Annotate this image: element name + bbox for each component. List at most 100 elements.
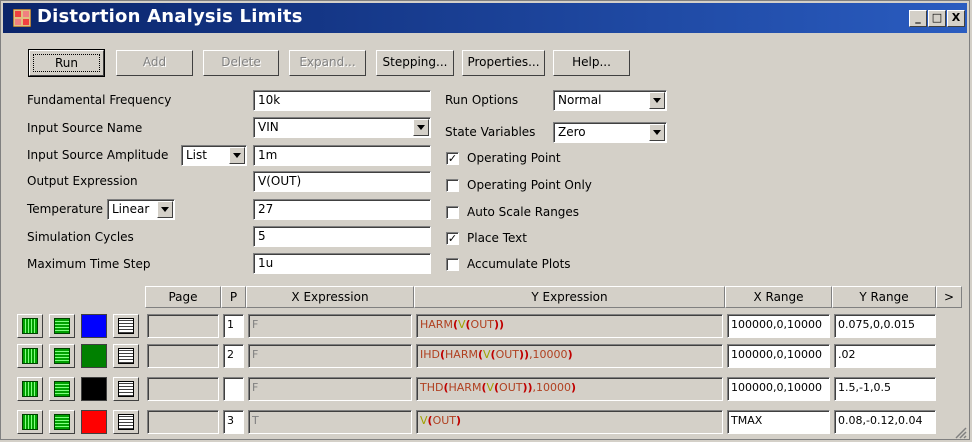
operating-point-label: Operating Point	[467, 151, 561, 165]
add-button[interactable]: Add	[116, 50, 193, 76]
y-range-cell[interactable]: 0.075,0,0.015	[834, 314, 936, 338]
chevron-down-icon[interactable]	[649, 92, 665, 109]
app-grid-icon	[13, 9, 31, 27]
x-range-cell[interactable]: 100000,0,10000	[727, 314, 830, 338]
run-options-value: Normal	[558, 93, 602, 107]
plot-number-cell[interactable]: 3	[223, 410, 244, 434]
run-options-select[interactable]: Normal	[553, 90, 667, 111]
run-options-label: Run Options	[445, 93, 519, 107]
delete-button[interactable]: Delete	[203, 50, 279, 76]
chevron-down-icon[interactable]	[157, 201, 173, 218]
state-variables-label: State Variables	[445, 125, 536, 139]
title-bar[interactable]: Distortion Analysis Limits _ □ X	[3, 3, 967, 33]
auto-scale-ranges-label: Auto Scale Ranges	[467, 205, 580, 219]
page-cell[interactable]	[147, 377, 219, 401]
x-expression-cell[interactable]: F	[248, 344, 412, 368]
y-range-cell[interactable]: 0.08,-0.12,0.04	[834, 410, 936, 434]
horizontal-lines-icon[interactable]	[49, 344, 75, 368]
horizontal-lines-icon[interactable]	[49, 410, 75, 434]
expand-button[interactable]: Expand...	[289, 50, 366, 76]
table-icon[interactable]	[113, 344, 139, 368]
state-variables-value: Zero	[558, 125, 586, 139]
temperature-mode-value: Linear	[112, 202, 150, 216]
y-expression-cell[interactable]: THD(HARM(V(OUT)),10000)	[416, 377, 723, 401]
grid-plot-icon[interactable]	[17, 314, 43, 338]
x-expression-cell[interactable]: F	[248, 314, 412, 338]
x-range-cell[interactable]: 100000,0,10000	[727, 377, 830, 401]
minimize-button[interactable]: _	[909, 10, 927, 27]
resize-grip-icon[interactable]	[953, 425, 967, 439]
simulation-cycles-field[interactable]: 5	[253, 226, 431, 247]
y-expression-cell[interactable]: IHD(HARM(V(OUT)),10000)	[416, 344, 723, 368]
state-variables-select[interactable]: Zero	[553, 122, 667, 143]
table-icon[interactable]	[113, 314, 139, 338]
x-range-cell[interactable]: 100000,0,10000	[727, 344, 830, 368]
place-text-label: Place Text	[467, 231, 527, 245]
fundamental-frequency-label: Fundamental Frequency	[27, 93, 172, 107]
input-source-name-label: Input Source Name	[27, 121, 143, 135]
chevron-down-icon[interactable]	[649, 124, 665, 141]
curve-color-swatch[interactable]	[81, 377, 107, 401]
plot-number-cell[interactable]: 2	[223, 344, 244, 368]
column-header-p[interactable]: P	[221, 286, 246, 308]
temperature-label: Temperature	[27, 202, 104, 216]
window-title: Distortion Analysis Limits	[37, 6, 303, 27]
fundamental-frequency-field[interactable]: 10k	[253, 90, 431, 111]
temperature-field[interactable]: 27	[253, 199, 431, 220]
input-source-name-value: VIN	[258, 120, 279, 134]
column-header-page[interactable]: Page	[145, 286, 221, 308]
temperature-mode-select[interactable]: Linear	[107, 199, 175, 220]
y-range-cell[interactable]: 1.5,-1,0.5	[834, 377, 936, 401]
grid-plot-icon[interactable]	[17, 344, 43, 368]
stepping-button[interactable]: Stepping...	[376, 50, 454, 76]
page-cell[interactable]	[147, 314, 219, 338]
properties-button[interactable]: Properties...	[462, 50, 545, 76]
run-button[interactable]: Run	[28, 49, 105, 77]
grid-plot-icon[interactable]	[17, 377, 43, 401]
x-expression-cell[interactable]: F	[248, 377, 412, 401]
run-button-label: Run	[33, 54, 100, 72]
accumulate-plots-checkbox[interactable]	[446, 258, 459, 271]
operating-point-only-checkbox[interactable]	[446, 179, 459, 192]
column-header-y-expression[interactable]: Y Expression	[414, 286, 725, 308]
operating-point-checkbox[interactable]: ✓	[446, 152, 459, 165]
auto-scale-ranges-checkbox[interactable]	[446, 206, 459, 219]
table-icon[interactable]	[113, 377, 139, 401]
plot-number-cell[interactable]	[223, 377, 244, 401]
table-icon[interactable]	[113, 410, 139, 434]
plot-number-cell[interactable]: 1	[223, 314, 244, 338]
simulation-cycles-label: Simulation Cycles	[27, 230, 134, 244]
page-cell[interactable]	[147, 410, 219, 434]
output-expression-field[interactable]: V(OUT)	[253, 171, 431, 192]
curve-color-swatch[interactable]	[81, 410, 107, 434]
x-expression-cell[interactable]: T	[248, 410, 412, 434]
amplitude-mode-value: List	[186, 148, 207, 162]
amplitude-mode-select[interactable]: List	[181, 145, 247, 166]
chevron-down-icon[interactable]	[229, 147, 245, 164]
y-expression-cell[interactable]: V(OUT)	[416, 410, 723, 434]
maximum-time-step-field[interactable]: 1u	[253, 253, 431, 274]
input-source-name-select[interactable]: VIN	[253, 117, 431, 138]
scroll-columns-button[interactable]: >	[936, 286, 962, 308]
horizontal-lines-icon[interactable]	[49, 314, 75, 338]
operating-point-only-label: Operating Point Only	[467, 178, 592, 192]
column-header-y-range[interactable]: Y Range	[832, 286, 936, 308]
chevron-down-icon[interactable]	[413, 119, 429, 136]
place-text-checkbox[interactable]: ✓	[446, 232, 459, 245]
distortion-analysis-window: Distortion Analysis Limits _ □ X Run Add…	[0, 0, 970, 440]
output-expression-label: Output Expression	[27, 174, 138, 188]
y-expression-cell[interactable]: HARM(V(OUT))	[416, 314, 723, 338]
curve-color-swatch[interactable]	[81, 344, 107, 368]
page-cell[interactable]	[147, 344, 219, 368]
horizontal-lines-icon[interactable]	[49, 377, 75, 401]
help-button[interactable]: Help...	[553, 50, 630, 76]
y-range-cell[interactable]: .02	[834, 344, 936, 368]
curve-color-swatch[interactable]	[81, 314, 107, 338]
input-source-amplitude-field[interactable]: 1m	[253, 145, 431, 166]
column-header-x-expression[interactable]: X Expression	[246, 286, 414, 308]
maximize-button[interactable]: □	[928, 10, 946, 27]
x-range-cell[interactable]: TMAX	[727, 410, 830, 434]
close-button[interactable]: X	[947, 10, 965, 27]
grid-plot-icon[interactable]	[17, 410, 43, 434]
column-header-x-range[interactable]: X Range	[725, 286, 832, 308]
